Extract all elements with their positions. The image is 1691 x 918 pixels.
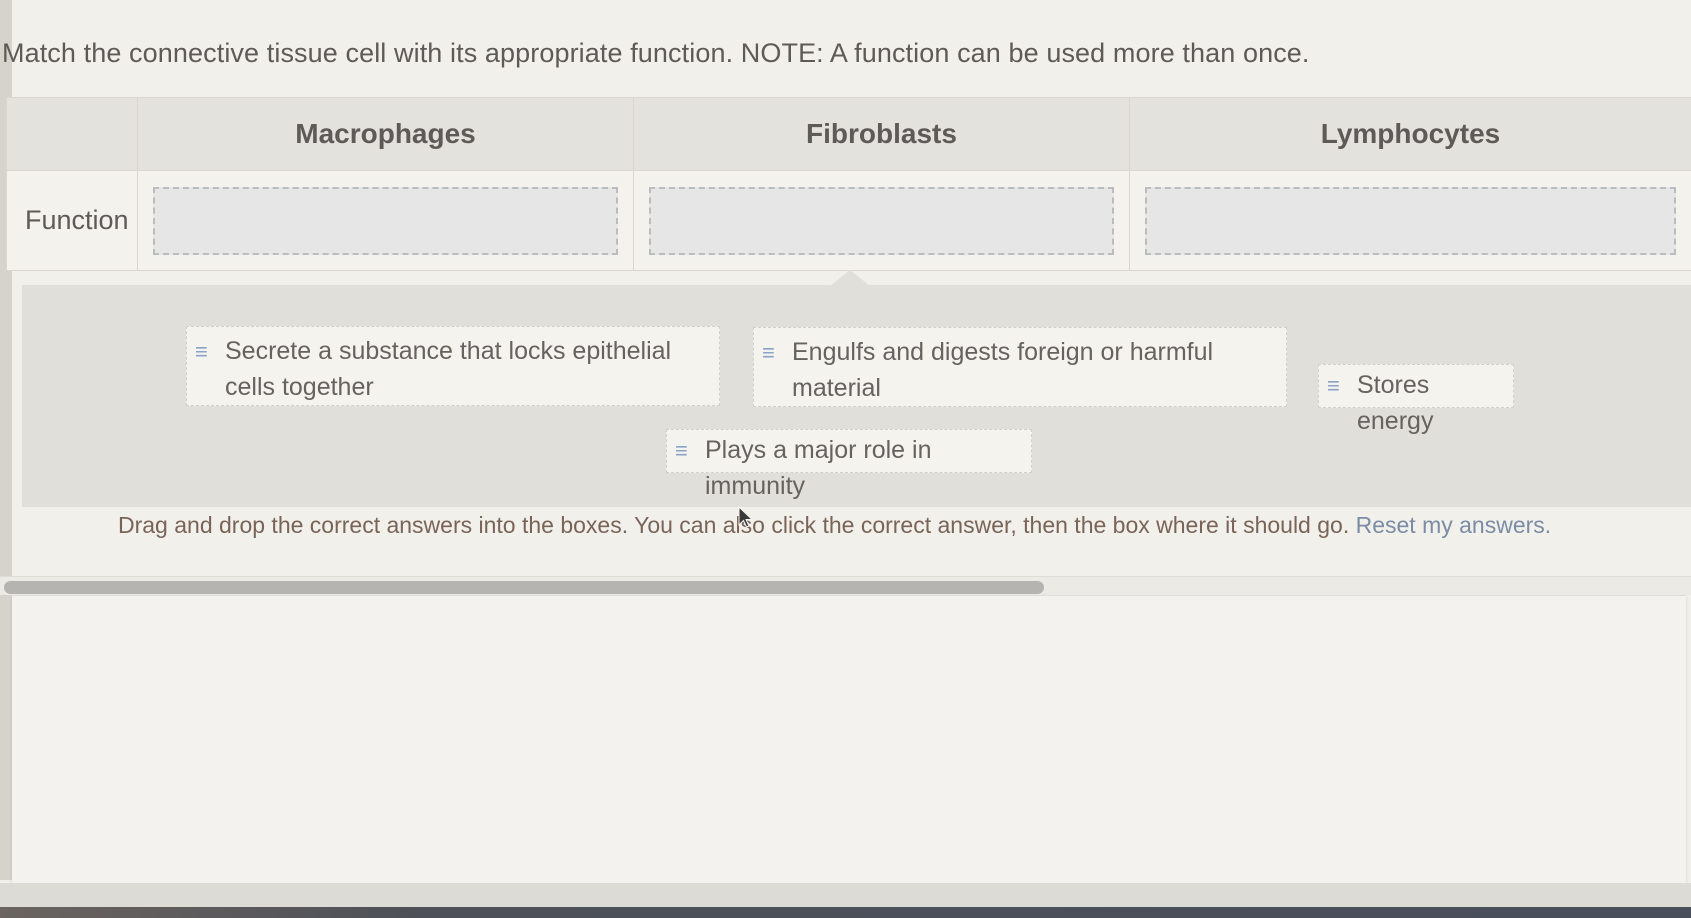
answer-option-immunity[interactable]: ≡ Plays a major role in immunity <box>666 429 1032 500</box>
drag-handle-icon[interactable]: ≡ <box>675 433 697 469</box>
reset-answers-link[interactable]: Reset my answers. <box>1356 512 1552 538</box>
question-prompt: Match the connective tissue cell with it… <box>2 38 1310 68</box>
column-header-fibroblasts: Fibroblasts <box>633 97 1130 171</box>
horizontal-scrollbar-thumb[interactable] <box>4 581 1044 594</box>
quiz-page: Match the connective tissue cell with it… <box>0 0 1691 918</box>
drop-zone-fibroblasts[interactable] <box>649 186 1114 255</box>
instructions-text: Drag and drop the correct answers into t… <box>118 512 1350 538</box>
drop-cell-fibroblasts <box>633 170 1130 271</box>
drop-zone-lymphocytes[interactable] <box>1145 186 1676 255</box>
drag-handle-icon[interactable]: ≡ <box>1327 368 1349 404</box>
taskbar <box>0 907 1691 918</box>
header-corner-cell <box>6 97 138 171</box>
row-label-function: Function <box>6 170 138 271</box>
bottom-strip <box>0 883 1691 907</box>
mouse-cursor-icon <box>738 506 754 528</box>
content-panel <box>12 595 1686 884</box>
answer-option-engulfs-digests[interactable]: ≡ Engulfs and digests foreign or harmful… <box>753 327 1287 407</box>
drag-handle-icon[interactable]: ≡ <box>762 335 784 371</box>
answer-option-label: Secrete a substance that locks epithelia… <box>225 337 672 401</box>
drop-cell-lymphocytes <box>1129 170 1691 271</box>
answer-option-label: Stores energy <box>1357 371 1434 435</box>
column-header-lymphocytes: Lymphocytes <box>1129 97 1691 171</box>
drop-zone-macrophages[interactable] <box>153 186 618 255</box>
answer-option-secrete-substance[interactable]: ≡ Secrete a substance that locks epithel… <box>186 326 720 406</box>
table-header-row: Macrophages Fibroblasts Lymphocytes <box>6 97 1691 171</box>
drag-handle-icon[interactable]: ≡ <box>195 334 217 370</box>
answer-option-label: Plays a major role in immunity <box>705 436 932 500</box>
drop-cell-macrophages <box>137 170 634 271</box>
answer-bank-pointer <box>830 270 870 286</box>
answer-option-stores-energy[interactable]: ≡ Stores energy <box>1318 364 1514 435</box>
answer-option-label: Engulfs and digests foreign or harmful m… <box>792 338 1214 402</box>
matching-table: Macrophages Fibroblasts Lymphocytes Func… <box>6 97 1691 271</box>
table-row: Function <box>6 170 1691 271</box>
column-header-macrophages: Macrophages <box>137 97 634 171</box>
instructions: Drag and drop the correct answers into t… <box>118 512 1551 539</box>
